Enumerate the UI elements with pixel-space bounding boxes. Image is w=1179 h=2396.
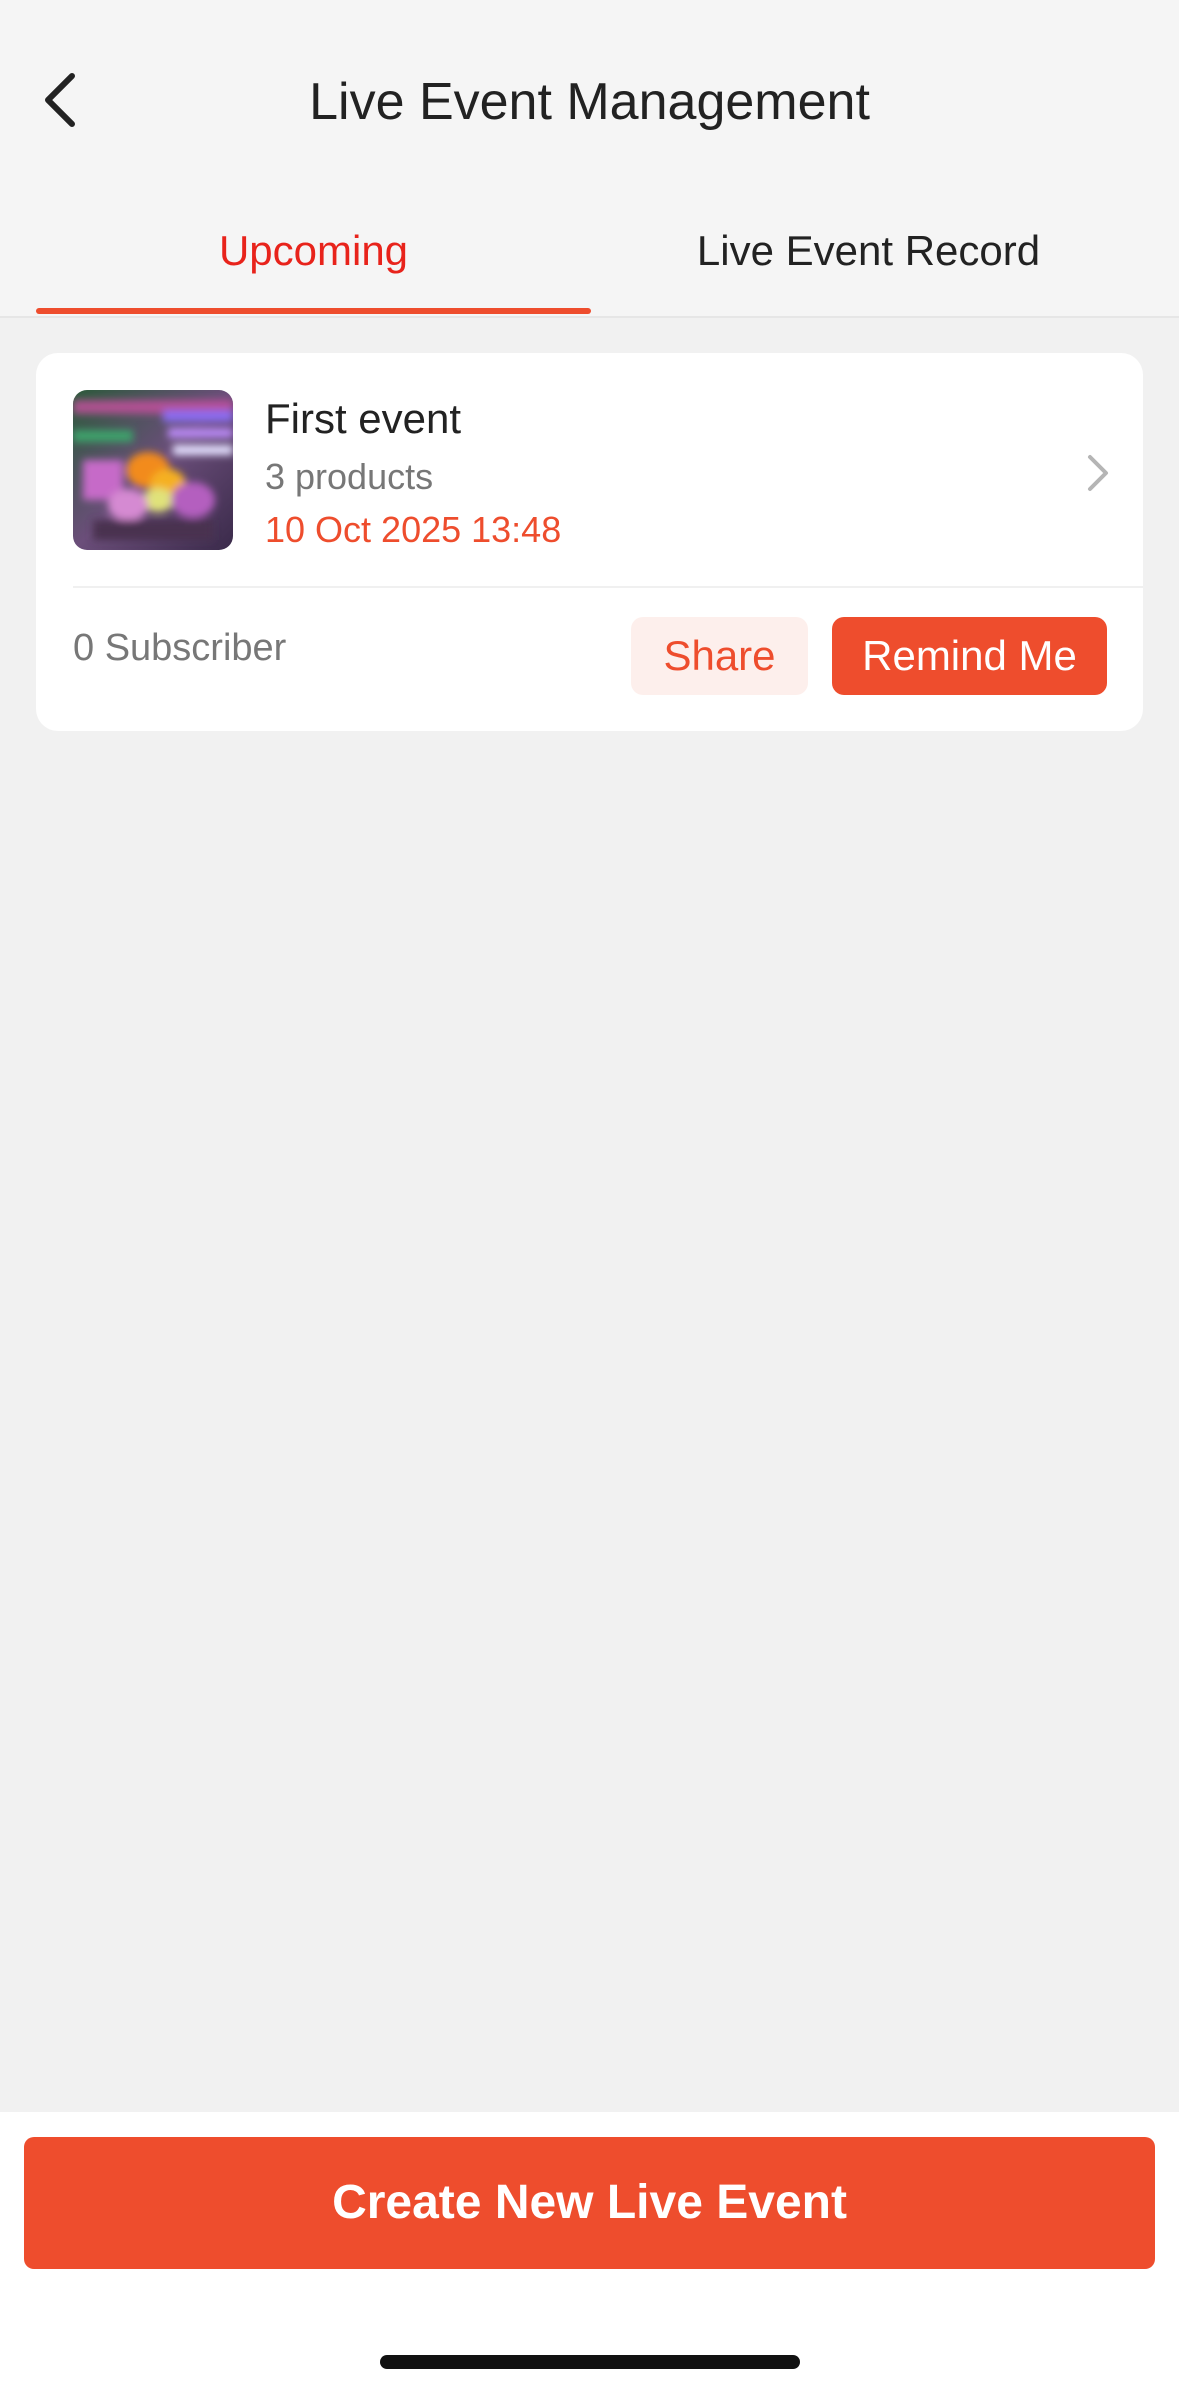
home-indicator bbox=[380, 2355, 800, 2369]
subscriber-count: 0 Subscriber bbox=[73, 627, 287, 669]
create-new-live-event-button[interactable]: Create New Live Event bbox=[24, 2137, 1155, 2269]
tab-live-event-record[interactable]: Live Event Record bbox=[591, 186, 1146, 316]
event-thumbnail bbox=[73, 390, 233, 550]
share-button[interactable]: Share bbox=[631, 617, 808, 695]
page-title: Live Event Management bbox=[309, 73, 870, 131]
active-tab-indicator bbox=[36, 308, 591, 314]
tab-upcoming[interactable]: Upcoming bbox=[36, 186, 591, 316]
event-products-count: 3 products bbox=[265, 456, 434, 497]
card-divider bbox=[73, 586, 1143, 588]
remind-me-button[interactable]: Remind Me bbox=[832, 617, 1107, 695]
event-card[interactable]: First event 3 products 10 Oct 2025 13:48… bbox=[36, 353, 1143, 731]
tab-bar: Upcoming Live Event Record bbox=[0, 186, 1179, 318]
event-datetime: 10 Oct 2025 13:48 bbox=[265, 509, 562, 550]
event-name: First event bbox=[265, 395, 462, 442]
app-header: Live Event Management bbox=[0, 0, 1179, 186]
chevron-right-icon[interactable] bbox=[1078, 449, 1118, 497]
